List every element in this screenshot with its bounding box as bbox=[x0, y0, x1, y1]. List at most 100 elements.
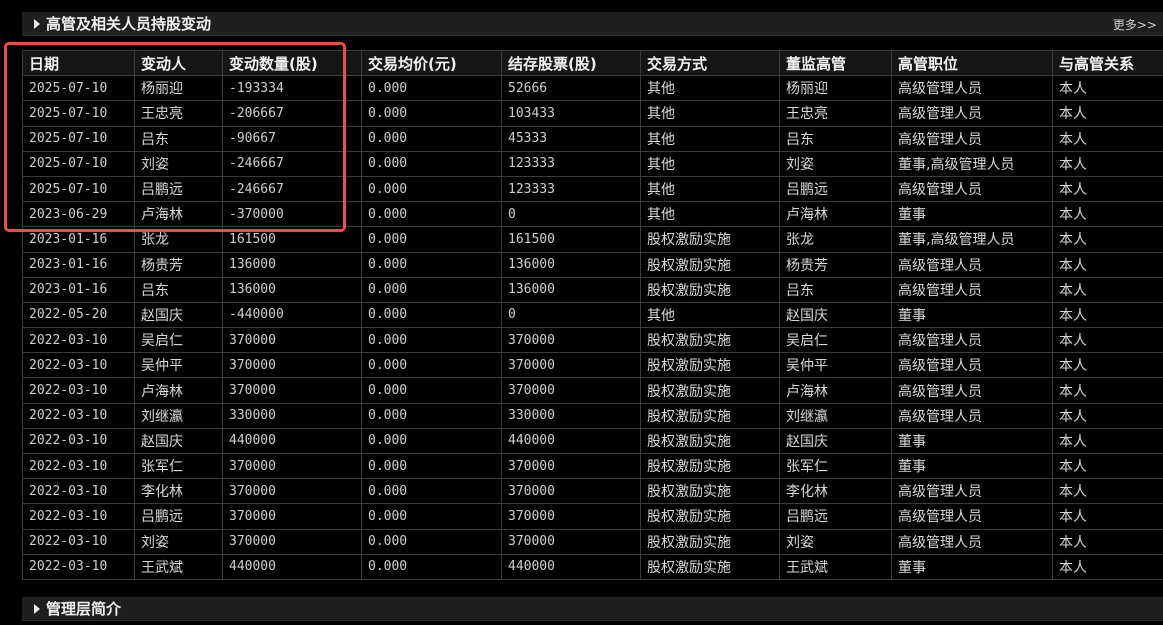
trade-type-cell: 股权激励实施 bbox=[640, 427, 780, 455]
trade-type-cell: 股权激励实施 bbox=[640, 327, 780, 354]
date-cell: 2022-03-10 bbox=[22, 402, 135, 429]
remaining-cell: 103433 bbox=[501, 100, 641, 127]
table-row[interactable]: 2022-03-10 张军仁 370000 0.000 370000 股权激励实施 张军仁董… bbox=[22, 452, 1163, 480]
relation-cell: 本人 bbox=[1052, 125, 1163, 152]
table-row[interactable]: 2023-06-29 卢海林 -370000 0.000 0 其他 卢海林 董事 本人 bbox=[22, 201, 1163, 228]
avg-price-cell: 0.000 bbox=[361, 301, 502, 329]
position-cell: 董事 bbox=[891, 427, 1053, 455]
table-row[interactable]: 2022-03-10 王武斌 440000 0.000 440000 股权激励实施 王武斌董… bbox=[22, 553, 1163, 580]
table-row[interactable]: 2022-03-10 刘继瀛 330000 0.000 330000 股权激励实施 刘继瀛高… bbox=[22, 402, 1163, 429]
change-qty-cell: 440000 bbox=[222, 553, 362, 580]
table-row[interactable]: 2022-03-10 吴启仁 370000 0.000 370000 股权激励实施 吴启仁高… bbox=[22, 327, 1163, 354]
table-row[interactable]: 2025-07-10 王忠亮 -206667 0.000 103433 其他 王忠亮 高级管理… bbox=[22, 100, 1163, 127]
executive-cell: 张军仁 bbox=[779, 452, 892, 480]
person-cell: 张军仁 bbox=[134, 452, 223, 480]
person-cell: 杨丽迎 bbox=[134, 75, 223, 102]
change-qty-cell: -246667 bbox=[222, 150, 362, 177]
date-cell: 2023-01-16 bbox=[22, 226, 135, 253]
remaining-cell: 0 bbox=[501, 301, 641, 329]
col-header-relation[interactable]: 与高管关系 bbox=[1052, 49, 1163, 77]
shareholding-change-table: 日期 变动人 变动数量(股) 交易均价(元) 结存股票(股) 交易方式 董监高管… bbox=[22, 49, 1163, 580]
trade-type-cell: 其他 bbox=[640, 175, 780, 203]
remaining-cell: 123333 bbox=[501, 175, 641, 203]
person-cell: 刘姿 bbox=[134, 150, 223, 177]
shareholding-change-section-header[interactable]: 高管及相关人员持股变动 更多>> bbox=[22, 12, 1163, 36]
avg-price-cell: 0.000 bbox=[361, 452, 502, 480]
person-cell: 吕鹏远 bbox=[134, 503, 223, 530]
change-qty-cell: -370000 bbox=[222, 201, 362, 228]
position-cell: 董事 bbox=[891, 553, 1053, 580]
col-header-remaining[interactable]: 结存股票(股) bbox=[501, 49, 641, 77]
executive-cell: 吕鹏远 bbox=[779, 503, 892, 530]
trade-type-cell: 股权激励实施 bbox=[640, 503, 780, 530]
table-row[interactable]: 2023-01-16 张龙 161500 0.000 161500 股权激励实施 张龙 董事,… bbox=[22, 226, 1163, 253]
table-row[interactable]: 2022-03-10 吕鹏远 370000 0.000 370000 股权激励实施 吕鹏远高… bbox=[22, 503, 1163, 530]
person-cell: 王武斌 bbox=[134, 553, 223, 580]
relation-cell: 本人 bbox=[1052, 452, 1163, 480]
change-qty-cell: 370000 bbox=[222, 503, 362, 530]
executive-cell: 吕鹏远 bbox=[779, 175, 892, 203]
table-row[interactable]: 2022-03-10 李化林 370000 0.000 370000 股权激励实施 李化林高… bbox=[22, 478, 1163, 505]
table-row[interactable]: 2025-07-10 刘姿 -246667 0.000 123333 其他 刘姿 董事,高级管… bbox=[22, 150, 1163, 177]
table-row[interactable]: 2023-01-16 吕东 136000 0.000 136000 股权激励实施 吕东 高级管… bbox=[22, 276, 1163, 303]
avg-price-cell: 0.000 bbox=[361, 478, 502, 505]
table-row[interactable]: 2022-03-10 刘姿 370000 0.000 370000 股权激励实施 刘姿 高级管… bbox=[22, 528, 1163, 555]
change-qty-cell: 136000 bbox=[222, 276, 362, 303]
col-header-trade-type[interactable]: 交易方式 bbox=[640, 49, 780, 77]
executive-cell: 王武斌 bbox=[779, 553, 892, 580]
relation-cell: 本人 bbox=[1052, 352, 1163, 379]
relation-cell: 本人 bbox=[1052, 100, 1163, 127]
executive-cell: 李化林 bbox=[779, 478, 892, 505]
remaining-cell: 370000 bbox=[501, 352, 641, 379]
trade-type-cell: 其他 bbox=[640, 125, 780, 152]
date-cell: 2025-07-10 bbox=[22, 75, 135, 102]
col-header-executive[interactable]: 董监高管 bbox=[779, 49, 892, 77]
person-cell: 王忠亮 bbox=[134, 100, 223, 127]
change-qty-cell: 136000 bbox=[222, 251, 362, 278]
person-cell: 杨贵芳 bbox=[134, 251, 223, 278]
change-qty-cell: 370000 bbox=[222, 352, 362, 379]
executive-cell: 杨贵芳 bbox=[779, 251, 892, 278]
table-row[interactable]: 2022-03-10 吴仲平 370000 0.000 370000 股权激励实施 吴仲平高… bbox=[22, 352, 1163, 379]
date-cell: 2022-05-20 bbox=[22, 301, 135, 329]
remaining-cell: 45333 bbox=[501, 125, 641, 152]
position-cell: 高级管理人员 bbox=[891, 251, 1053, 278]
col-header-avg-price[interactable]: 交易均价(元) bbox=[361, 49, 502, 77]
col-header-person[interactable]: 变动人 bbox=[134, 49, 223, 77]
avg-price-cell: 0.000 bbox=[361, 553, 502, 580]
position-cell: 董事,高级管理人员 bbox=[891, 150, 1053, 177]
relation-cell: 本人 bbox=[1052, 478, 1163, 505]
table-row[interactable]: 2025-07-10 吕东 -90667 0.000 45333 其他 吕东 高级管理人员 本人 bbox=[22, 125, 1163, 152]
avg-price-cell: 0.000 bbox=[361, 100, 502, 127]
table-row[interactable]: 2022-05-20 赵国庆 -440000 0.000 0 其他 赵国庆 董事 本人 bbox=[22, 301, 1163, 329]
more-link[interactable]: 更多>> bbox=[1113, 16, 1157, 33]
relation-cell: 本人 bbox=[1052, 301, 1163, 329]
col-header-change-qty[interactable]: 变动数量(股) bbox=[222, 49, 362, 77]
avg-price-cell: 0.000 bbox=[361, 276, 502, 303]
avg-price-cell: 0.000 bbox=[361, 503, 502, 530]
management-intro-section-header[interactable]: 管理层简介 bbox=[22, 597, 1163, 621]
table-row[interactable]: 2022-03-10 赵国庆 440000 0.000 440000 股权激励实施 赵国庆董… bbox=[22, 427, 1163, 455]
table-row[interactable]: 2025-07-10 吕鹏远 -246667 0.000 123333 其他 吕鹏远 高级管理… bbox=[22, 175, 1163, 203]
date-cell: 2022-03-10 bbox=[22, 528, 135, 555]
table-row[interactable]: 2023-01-16 杨贵芳 136000 0.000 136000 股权激励实施 杨贵芳高… bbox=[22, 251, 1163, 278]
trade-type-cell: 股权激励实施 bbox=[640, 377, 780, 404]
change-qty-cell: 161500 bbox=[222, 226, 362, 253]
position-cell: 董事 bbox=[891, 201, 1053, 228]
col-header-position[interactable]: 高管职位 bbox=[891, 49, 1053, 77]
relation-cell: 本人 bbox=[1052, 528, 1163, 555]
table-row[interactable]: 2022-03-10 卢海林 370000 0.000 370000 股权激励实施 卢海林高… bbox=[22, 377, 1163, 404]
col-header-date[interactable]: 日期 bbox=[22, 49, 135, 77]
person-cell: 张龙 bbox=[134, 226, 223, 253]
relation-cell: 本人 bbox=[1052, 276, 1163, 303]
position-cell: 董事,高级管理人员 bbox=[891, 226, 1053, 253]
date-cell: 2022-03-10 bbox=[22, 553, 135, 580]
relation-cell: 本人 bbox=[1052, 553, 1163, 580]
date-cell: 2022-03-10 bbox=[22, 352, 135, 379]
table-row[interactable]: 2025-07-10 杨丽迎 -193334 0.000 52666 其他 杨丽迎 高级管理人… bbox=[22, 75, 1163, 102]
date-cell: 2022-03-10 bbox=[22, 427, 135, 455]
avg-price-cell: 0.000 bbox=[361, 427, 502, 455]
avg-price-cell: 0.000 bbox=[361, 528, 502, 555]
date-cell: 2022-03-10 bbox=[22, 478, 135, 505]
executive-cell: 刘姿 bbox=[779, 528, 892, 555]
